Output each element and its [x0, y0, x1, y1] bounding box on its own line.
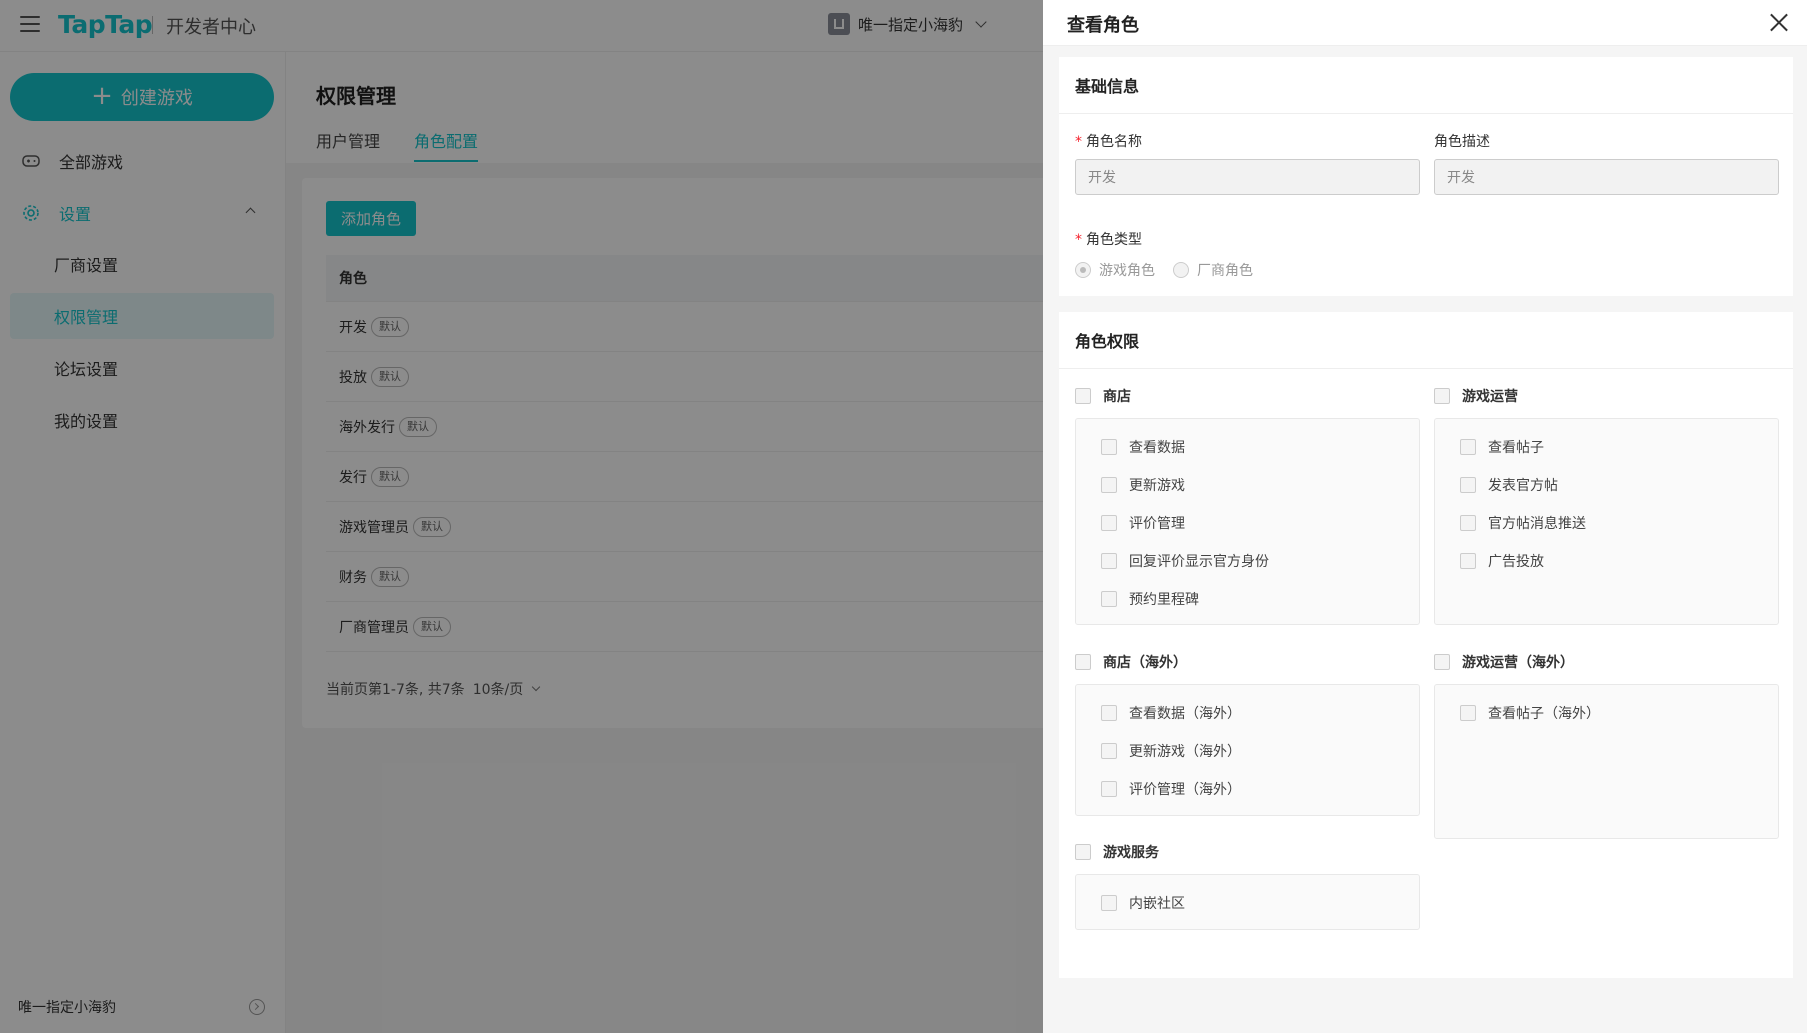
checkbox[interactable]: [1460, 705, 1476, 721]
perm-item[interactable]: 广告投放: [1460, 551, 1544, 571]
perm-item[interactable]: 查看数据（海外）: [1101, 703, 1241, 723]
perm-group-box: 查看帖子 发表官方帖 官方帖消息推送 广告投放: [1434, 418, 1779, 625]
checkbox[interactable]: [1101, 781, 1117, 797]
perm-item[interactable]: 官方帖消息推送: [1460, 513, 1586, 533]
close-icon[interactable]: [1769, 12, 1789, 32]
perm-group-store-overseas[interactable]: 商店（海外）: [1075, 652, 1187, 672]
checkbox[interactable]: [1460, 553, 1476, 569]
checkbox[interactable]: [1434, 388, 1450, 404]
perm-group-box: 查看数据 更新游戏 评价管理 回复评价显示官方身份 预约里程碑: [1075, 418, 1420, 625]
perm-item[interactable]: 更新游戏: [1101, 475, 1185, 495]
perm-item[interactable]: 查看帖子: [1460, 437, 1544, 457]
perm-item[interactable]: 评价管理（海外）: [1101, 779, 1241, 799]
checkbox[interactable]: [1101, 895, 1117, 911]
perm-group-box: 查看数据（海外） 更新游戏（海外） 评价管理（海外）: [1075, 684, 1420, 816]
role-desc-label: 角色描述: [1434, 134, 1490, 150]
perm-item[interactable]: 预约里程碑: [1101, 589, 1199, 609]
checkbox[interactable]: [1434, 654, 1450, 670]
perm-item[interactable]: 查看帖子（海外）: [1460, 703, 1600, 723]
checkbox[interactable]: [1101, 439, 1117, 455]
perm-group-game-ops[interactable]: 游戏运营: [1434, 386, 1518, 406]
perm-item[interactable]: 查看数据: [1101, 437, 1185, 457]
checkbox[interactable]: [1101, 477, 1117, 493]
checkbox[interactable]: [1075, 844, 1091, 860]
perm-group-store[interactable]: 商店: [1075, 386, 1131, 406]
radio-game-role[interactable]: [1075, 262, 1091, 278]
radio-label: 厂商角色: [1197, 263, 1253, 279]
checkbox[interactable]: [1460, 515, 1476, 531]
view-role-drawer: 查看角色 基础信息 * 角色名称 开发 角色描述 开发 * 角色类型 游戏角色 厂商…: [1043, 0, 1807, 1033]
role-name-label: * 角色名称: [1075, 134, 1142, 150]
perm-item[interactable]: 发表官方帖: [1460, 475, 1558, 495]
checkbox[interactable]: [1101, 705, 1117, 721]
role-name-field[interactable]: 开发: [1075, 159, 1420, 195]
checkbox[interactable]: [1075, 654, 1091, 670]
role-permissions-section: 角色权限 商店 查看数据 更新游戏 评价管理 回复评价显示官方身份 预约里程碑 …: [1059, 312, 1793, 978]
checkbox[interactable]: [1101, 743, 1117, 759]
role-type-radio-group: 游戏角色 厂商角色: [1075, 260, 1271, 280]
perm-item[interactable]: 回复评价显示官方身份: [1101, 551, 1269, 571]
checkbox[interactable]: [1460, 439, 1476, 455]
perm-group-game-ops-overseas[interactable]: 游戏运营（海外）: [1434, 652, 1574, 672]
drawer-header: 查看角色: [1043, 0, 1807, 46]
perm-group-game-services[interactable]: 游戏服务: [1075, 842, 1159, 862]
checkbox[interactable]: [1460, 477, 1476, 493]
checkbox[interactable]: [1101, 553, 1117, 569]
drawer-title: 查看角色: [1067, 15, 1139, 36]
perm-item[interactable]: 内嵌社区: [1101, 893, 1185, 913]
role-desc-field[interactable]: 开发: [1434, 159, 1779, 195]
perm-item[interactable]: 更新游戏（海外）: [1101, 741, 1241, 761]
perm-group-box: 查看帖子（海外）: [1434, 684, 1779, 839]
role-permissions-title: 角色权限: [1059, 312, 1793, 369]
basic-info-title: 基础信息: [1059, 57, 1793, 114]
radio-label: 游戏角色: [1099, 263, 1155, 279]
role-type-label: * 角色类型: [1075, 232, 1142, 248]
radio-vendor-role[interactable]: [1173, 262, 1189, 278]
checkbox[interactable]: [1101, 515, 1117, 531]
basic-info-section: 基础信息 * 角色名称 开发 角色描述 开发 * 角色类型 游戏角色 厂商角色: [1059, 57, 1793, 296]
checkbox[interactable]: [1075, 388, 1091, 404]
perm-item[interactable]: 评价管理: [1101, 513, 1185, 533]
perm-group-box: 内嵌社区: [1075, 874, 1420, 930]
checkbox[interactable]: [1101, 591, 1117, 607]
